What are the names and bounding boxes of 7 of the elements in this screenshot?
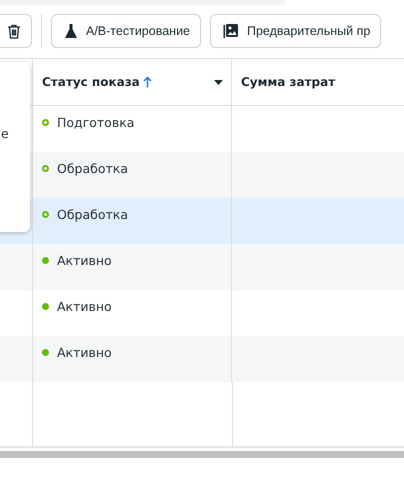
status-text: Активно: [57, 345, 112, 360]
status-text: Активно: [57, 299, 112, 314]
status-text: Обработка: [57, 161, 128, 176]
status-text: Подготовка: [57, 115, 134, 130]
status-text: Обработка: [57, 207, 128, 222]
status-text: Активно: [57, 253, 112, 268]
popup-text: е: [1, 126, 9, 141]
